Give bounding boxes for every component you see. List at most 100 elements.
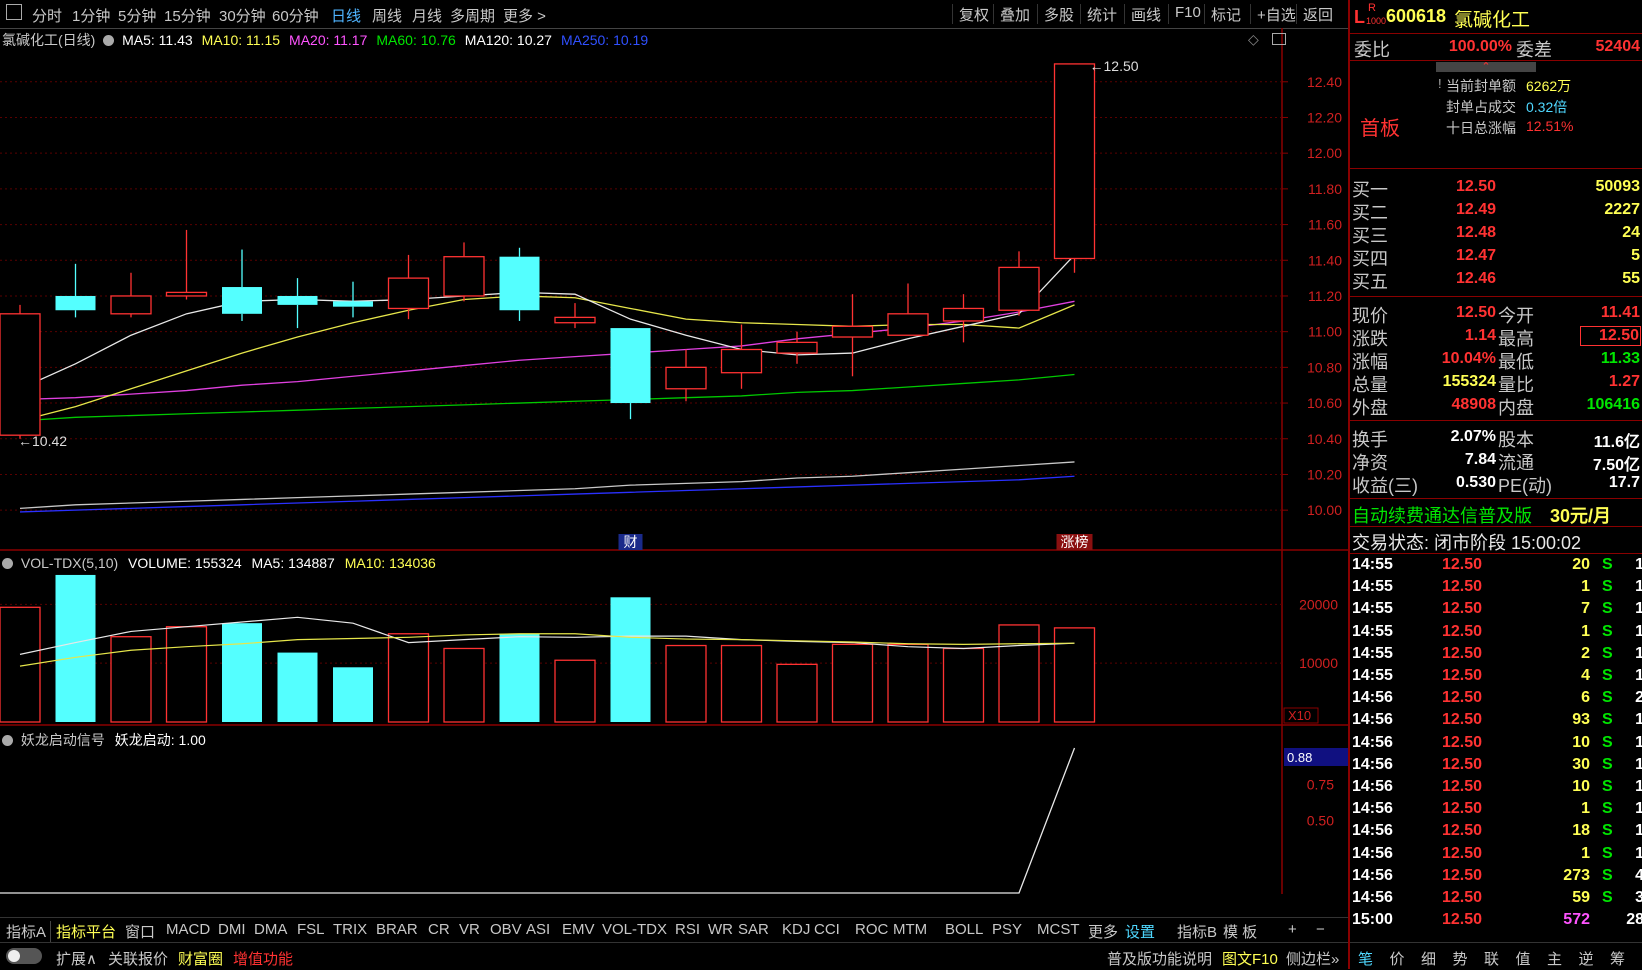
period-tab-2[interactable]: 5分钟 [118,5,156,26]
vol-bar-7[interactable] [387,633,430,723]
candle-11[interactable] [610,328,651,420]
bid-row-3[interactable]: 买四 12.47 5 [1350,245,1642,269]
detail-tab-7[interactable]: 逆 [1579,948,1594,969]
collapse-icon[interactable] [103,35,115,46]
indicator-tab-9[interactable]: CR [428,921,450,938]
candle-12[interactable] [665,349,707,402]
toolbar-button-7[interactable]: +自选 [1250,4,1302,24]
vol-bar-13[interactable] [720,644,763,723]
indicator-tab-7[interactable]: TRIX [333,921,367,938]
indicator-tab-16[interactable]: WR [708,921,733,938]
expand-icon[interactable]: ⌃ [1436,62,1536,73]
period-tab-3[interactable]: 15分钟 [164,5,211,26]
toolbar-button-3[interactable]: 统计 [1080,4,1123,24]
period-tab-7[interactable]: 周线 [372,5,402,26]
vol-bar-4[interactable] [222,623,262,722]
indicator-tab-15[interactable]: RSI [675,921,700,938]
vol-bar-3[interactable] [165,626,208,723]
indicator-tab-4[interactable]: DMI [218,921,246,938]
candle-1[interactable] [55,263,96,318]
detail-tab-8[interactable]: 筹 [1610,948,1625,969]
vol-bar-19[interactable] [1053,627,1096,723]
vol-bar-11[interactable] [610,597,651,722]
subscription-ad[interactable]: 自动续费通达信普及版 30元/月 [1350,502,1642,526]
vol-bar-12[interactable] [665,644,707,723]
candle-13[interactable] [720,324,763,389]
indicator-tab-3[interactable]: MACD [166,921,210,938]
indicator-tab-14[interactable]: VOL-TDX [602,921,667,938]
period-tab-6[interactable]: 日线 [331,5,361,26]
detail-tab-1[interactable]: 价 [1390,948,1405,969]
toolbar-button-6[interactable]: 标记 [1204,4,1247,24]
toolbar-button-5[interactable]: F10 [1168,4,1207,24]
bid-row-2[interactable]: 买三 12.48 24 [1350,222,1642,246]
candle-8[interactable] [443,242,485,302]
extension-tab-1[interactable]: 关联报价 [108,948,168,969]
candle-0[interactable] [0,304,41,439]
bid-row-0[interactable]: 买一 12.50 50093 [1350,176,1642,200]
detail-tab-3[interactable]: 势 [1453,948,1468,969]
detail-tab-0[interactable]: 笔 [1358,948,1373,969]
indicator-tab-1[interactable]: 指标平台 [56,921,116,942]
vol-bar-10[interactable] [554,659,596,723]
extension-tab-3[interactable]: 增值功能 [233,948,293,969]
indicator-right-tab-1[interactable]: 模 板 [1223,921,1257,942]
indicator-tab-23[interactable]: PSY [992,921,1022,938]
toolbar-button-2[interactable]: 多股 [1037,4,1080,24]
limit-up-marker[interactable]: 涨榜 [1056,534,1093,550]
candle-6[interactable] [333,281,373,318]
indicator-tab-5[interactable]: DMA [254,921,287,938]
vol-bar-14[interactable] [776,663,818,723]
indicator-tab-10[interactable]: VR [459,921,480,938]
vol-bar-6[interactable] [333,667,373,722]
toolbar-button-4[interactable]: 画线 [1124,4,1167,24]
indicator-tab-20[interactable]: ROC [855,921,888,938]
diamond-icon[interactable]: ◇ [1248,31,1259,48]
detail-tab-4[interactable]: 联 [1484,948,1499,969]
indicator-right-tab-3[interactable]: − [1316,921,1325,938]
vol-bar-16[interactable] [887,643,929,723]
period-tab-9[interactable]: 多周期 [450,5,495,26]
vol-bar-9[interactable] [499,633,540,722]
indicator-tab-19[interactable]: CCI [814,921,840,938]
detail-tab-6[interactable]: 主 [1547,948,1562,969]
indicator-tab-22[interactable]: BOLL [945,921,983,938]
indicator-tab-25[interactable]: 更多 [1088,921,1118,942]
candle-16[interactable] [887,283,929,336]
kline-chart-area[interactable]: 12.40 12.20 12.00 11.80 11.60 11.40 11.20 11.00… [0,28,1348,894]
indicator-tab-26[interactable]: 设置 [1125,921,1155,942]
collapse-icon[interactable] [2,735,13,746]
bid-row-1[interactable]: 买二 12.49 2227 [1350,199,1642,223]
indicator-right-tab-0[interactable]: 指标B [1177,921,1217,942]
indicator-tab-0[interactable]: 指标A [6,921,52,942]
bid-row-4[interactable]: 买五 12.46 55 [1350,268,1642,292]
toolbar-button-8[interactable]: 返回 [1296,4,1339,24]
candle-17[interactable] [942,294,985,343]
indicator-tab-6[interactable]: FSL [297,921,325,938]
indicator-tab-11[interactable]: OBV [490,921,522,938]
candle-19[interactable] [1053,63,1096,273]
period-tab-5[interactable]: 60分钟 [272,5,319,26]
vol-bar-18[interactable] [998,624,1040,723]
vol-bar-17[interactable] [942,647,985,723]
candle-14[interactable] [776,331,818,364]
period-tab-0[interactable]: 分时 [32,5,62,26]
indicator-tab-2[interactable]: 窗口 [125,921,155,942]
window-menu-icon[interactable] [6,4,22,20]
extension-tab-0[interactable]: 扩展∧ [56,948,97,969]
candle-9[interactable] [499,247,540,321]
indicator-tab-12[interactable]: ASI [526,921,550,938]
indicator-tab-17[interactable]: SAR [738,921,769,938]
period-tab-4[interactable]: 30分钟 [219,5,266,26]
indicator-tab-13[interactable]: EMV [562,921,595,938]
indicator-tab-18[interactable]: KDJ [782,921,810,938]
layout-toggle-icon[interactable] [1272,33,1286,45]
period-tab-1[interactable]: 1分钟 [72,5,110,26]
extension-right-tab-2[interactable]: 侧边栏» [1286,948,1339,969]
indicator-tab-21[interactable]: MTM [893,921,927,938]
candle-7[interactable] [387,254,430,320]
candle-2[interactable] [110,272,152,318]
candle-10[interactable] [554,303,596,329]
finance-marker[interactable]: 财 [618,534,643,550]
toggle-switch[interactable] [6,948,42,964]
